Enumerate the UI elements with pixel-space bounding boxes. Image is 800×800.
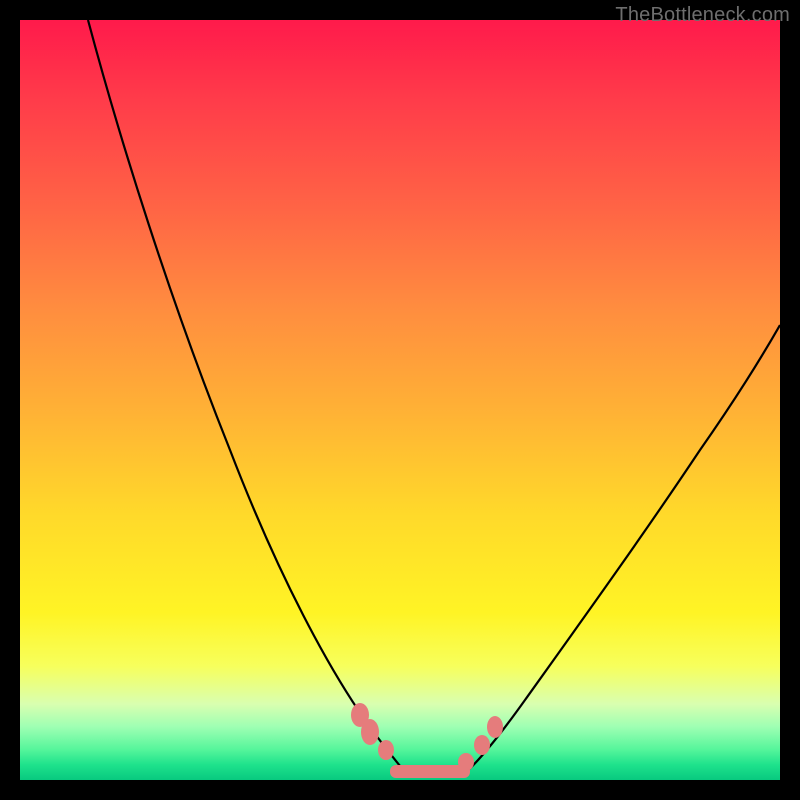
blob-dot: [474, 735, 490, 755]
chart-plot-area: [20, 20, 780, 780]
blob-dot: [361, 719, 379, 745]
blob-bar: [390, 765, 470, 778]
chart-svg: [20, 20, 780, 780]
blob-dot: [378, 740, 394, 760]
bottom-blob-cluster: [351, 703, 503, 778]
watermark-text: TheBottleneck.com: [615, 4, 790, 27]
blob-dot: [487, 716, 503, 738]
blob-dot: [458, 753, 474, 771]
outer-frame: TheBottleneck.com: [0, 0, 800, 800]
left-curve: [88, 20, 405, 772]
right-curve: [465, 325, 780, 773]
